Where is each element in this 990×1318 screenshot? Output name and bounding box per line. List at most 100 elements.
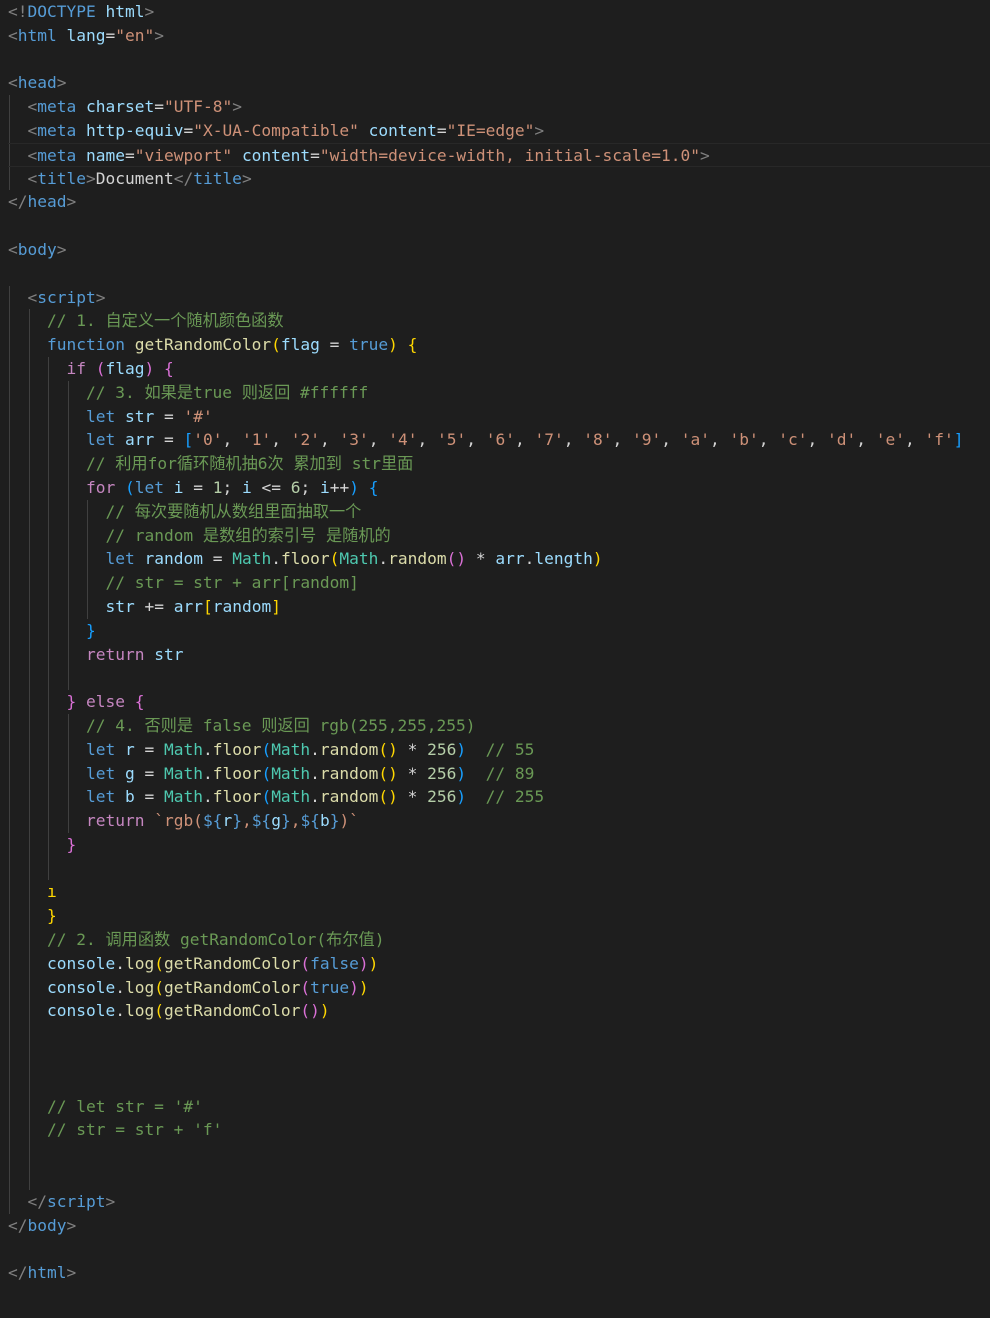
- code-token: name: [85, 145, 125, 165]
- code-token: 256: [427, 787, 457, 807]
- code-area[interactable]: <!DOCTYPE html> <html lang="en"> <head> <m…: [8, 0, 990, 1285]
- code-line[interactable]: }: [8, 832, 990, 857]
- code-line[interactable]: if (flag) {: [8, 356, 990, 381]
- code-line[interactable]: console.log(getRandomColor(true)): [8, 975, 990, 1000]
- indent-guide: [28, 642, 30, 667]
- code-line[interactable]: </html>: [8, 1261, 990, 1285]
- code-line[interactable]: [8, 1237, 990, 1261]
- code-line[interactable]: [8, 666, 990, 691]
- code-token: 'd': [826, 430, 857, 450]
- code-token: // str = str + arr[random]: [105, 573, 359, 593]
- code-line[interactable]: // 2. 调用函数 getRandomColor(布尔值): [8, 928, 990, 952]
- code-token: >: [66, 1215, 77, 1235]
- code-line[interactable]: [8, 1047, 990, 1071]
- code-line[interactable]: let arr = ['0', '1', '2', '3', '4', '5',…: [8, 428, 990, 453]
- code-line[interactable]: [8, 262, 990, 286]
- code-token: >: [241, 168, 252, 188]
- code-line[interactable]: <meta charset="UTF-8">: [8, 95, 990, 119]
- code-token: '4': [388, 430, 418, 450]
- code-line[interactable]: // 4. 否则是 false 则返回 rgb(255,255,255): [8, 713, 990, 738]
- code-line[interactable]: // 3. 如果是true 则返回 #ffffff: [8, 380, 990, 405]
- code-token: ): [368, 953, 379, 973]
- indent-guide: [48, 380, 50, 405]
- code-line[interactable]: } else {: [8, 690, 990, 714]
- indent-guide: [28, 1023, 30, 1048]
- code-line[interactable]: <html lang="en">: [8, 24, 990, 48]
- code-token: ,: [466, 430, 486, 450]
- code-line[interactable]: console.log(getRandomColor()): [8, 999, 990, 1024]
- code-line[interactable]: return `rgb(${r},${g},${b})`: [8, 809, 990, 833]
- code-line[interactable]: [8, 856, 990, 881]
- code-token: =: [212, 549, 223, 569]
- code-line[interactable]: let r = Math.floor(Math.random() * 256) …: [8, 737, 990, 762]
- code-line[interactable]: console.log(getRandomColor(false)): [8, 951, 990, 976]
- code-line[interactable]: for (let i = 1; i <= 6; i++) {: [8, 475, 990, 500]
- indent-guide: [67, 475, 69, 500]
- code-line[interactable]: [8, 1166, 990, 1190]
- code-editor[interactable]: <!DOCTYPE html> <html lang="en"> <head> <m…: [0, 0, 990, 1318]
- code-line[interactable]: // 利用for循环随机抽6次 累加到 str里面: [8, 452, 990, 476]
- code-line[interactable]: str += arr[random]: [8, 594, 990, 619]
- code-token: script: [47, 1191, 106, 1211]
- indent-guide: [28, 547, 30, 572]
- code-line[interactable]: let g = Math.floor(Math.random() * 256) …: [8, 761, 990, 786]
- code-token: ): [456, 763, 467, 783]
- code-line[interactable]: // str = str + 'f': [8, 1118, 990, 1143]
- code-line[interactable]: function getRandomColor(flag = true) {: [8, 333, 990, 357]
- code-line[interactable]: </head>: [8, 190, 990, 214]
- code-line[interactable]: // 每次要随机从数组里面抽取一个: [8, 499, 990, 524]
- code-line[interactable]: // str = str + arr[random]: [8, 571, 990, 595]
- code-line[interactable]: [8, 1070, 990, 1095]
- code-token: // 利用for循环随机抽6次 累加到 str里面: [85, 454, 414, 474]
- code-line[interactable]: <title>Document</title>: [8, 166, 990, 191]
- code-token: html: [17, 25, 57, 45]
- code-line[interactable]: <script>: [8, 285, 990, 310]
- code-line[interactable]: <meta http-equiv="X-UA-Compatible" conte…: [8, 118, 990, 143]
- code-token: ): [349, 977, 359, 997]
- indent-guide: [28, 856, 30, 881]
- code-token: .: [524, 549, 535, 569]
- code-line[interactable]: <!DOCTYPE html>: [8, 0, 990, 24]
- indent-guide: [9, 523, 10, 548]
- code-token: let: [85, 430, 116, 450]
- code-line[interactable]: </body>: [8, 1214, 990, 1238]
- code-line[interactable]: [8, 1023, 990, 1048]
- code-line[interactable]: return str: [8, 642, 990, 667]
- code-line[interactable]: <head>: [8, 71, 990, 95]
- code-line[interactable]: ı: [8, 880, 990, 905]
- code-token: =: [144, 787, 155, 807]
- indent-guide: [9, 1189, 10, 1214]
- code-line[interactable]: [8, 1142, 990, 1167]
- code-token: DOCTYPE: [27, 2, 96, 21]
- code-line[interactable]: }: [8, 618, 990, 643]
- code-line[interactable]: [8, 214, 990, 238]
- code-line[interactable]: let str = '#': [8, 404, 990, 429]
- code-line[interactable]: <meta name="viewport" content="width=dev…: [8, 142, 990, 167]
- code-token: 'c': [778, 430, 808, 450]
- code-token: ${: [251, 811, 272, 831]
- code-line[interactable]: // random 是数组的索引号 是随机的: [8, 523, 990, 548]
- code-line[interactable]: // let str = '#': [8, 1094, 990, 1119]
- code-line[interactable]: </script>: [8, 1189, 990, 1214]
- code-token: ]: [953, 430, 964, 450]
- code-line[interactable]: let b = Math.floor(Math.random() * 256) …: [8, 785, 990, 810]
- code-line[interactable]: }: [8, 904, 990, 929]
- indent-guide: [48, 785, 50, 810]
- code-line[interactable]: <body>: [8, 238, 990, 262]
- indent-guide: [48, 642, 50, 667]
- code-line[interactable]: [8, 48, 990, 72]
- code-line[interactable]: // 1. 自定义一个随机颜色函数: [8, 309, 990, 334]
- code-token: random: [319, 763, 379, 783]
- code-line[interactable]: let random = Math.floor(Math.random() * …: [8, 547, 990, 572]
